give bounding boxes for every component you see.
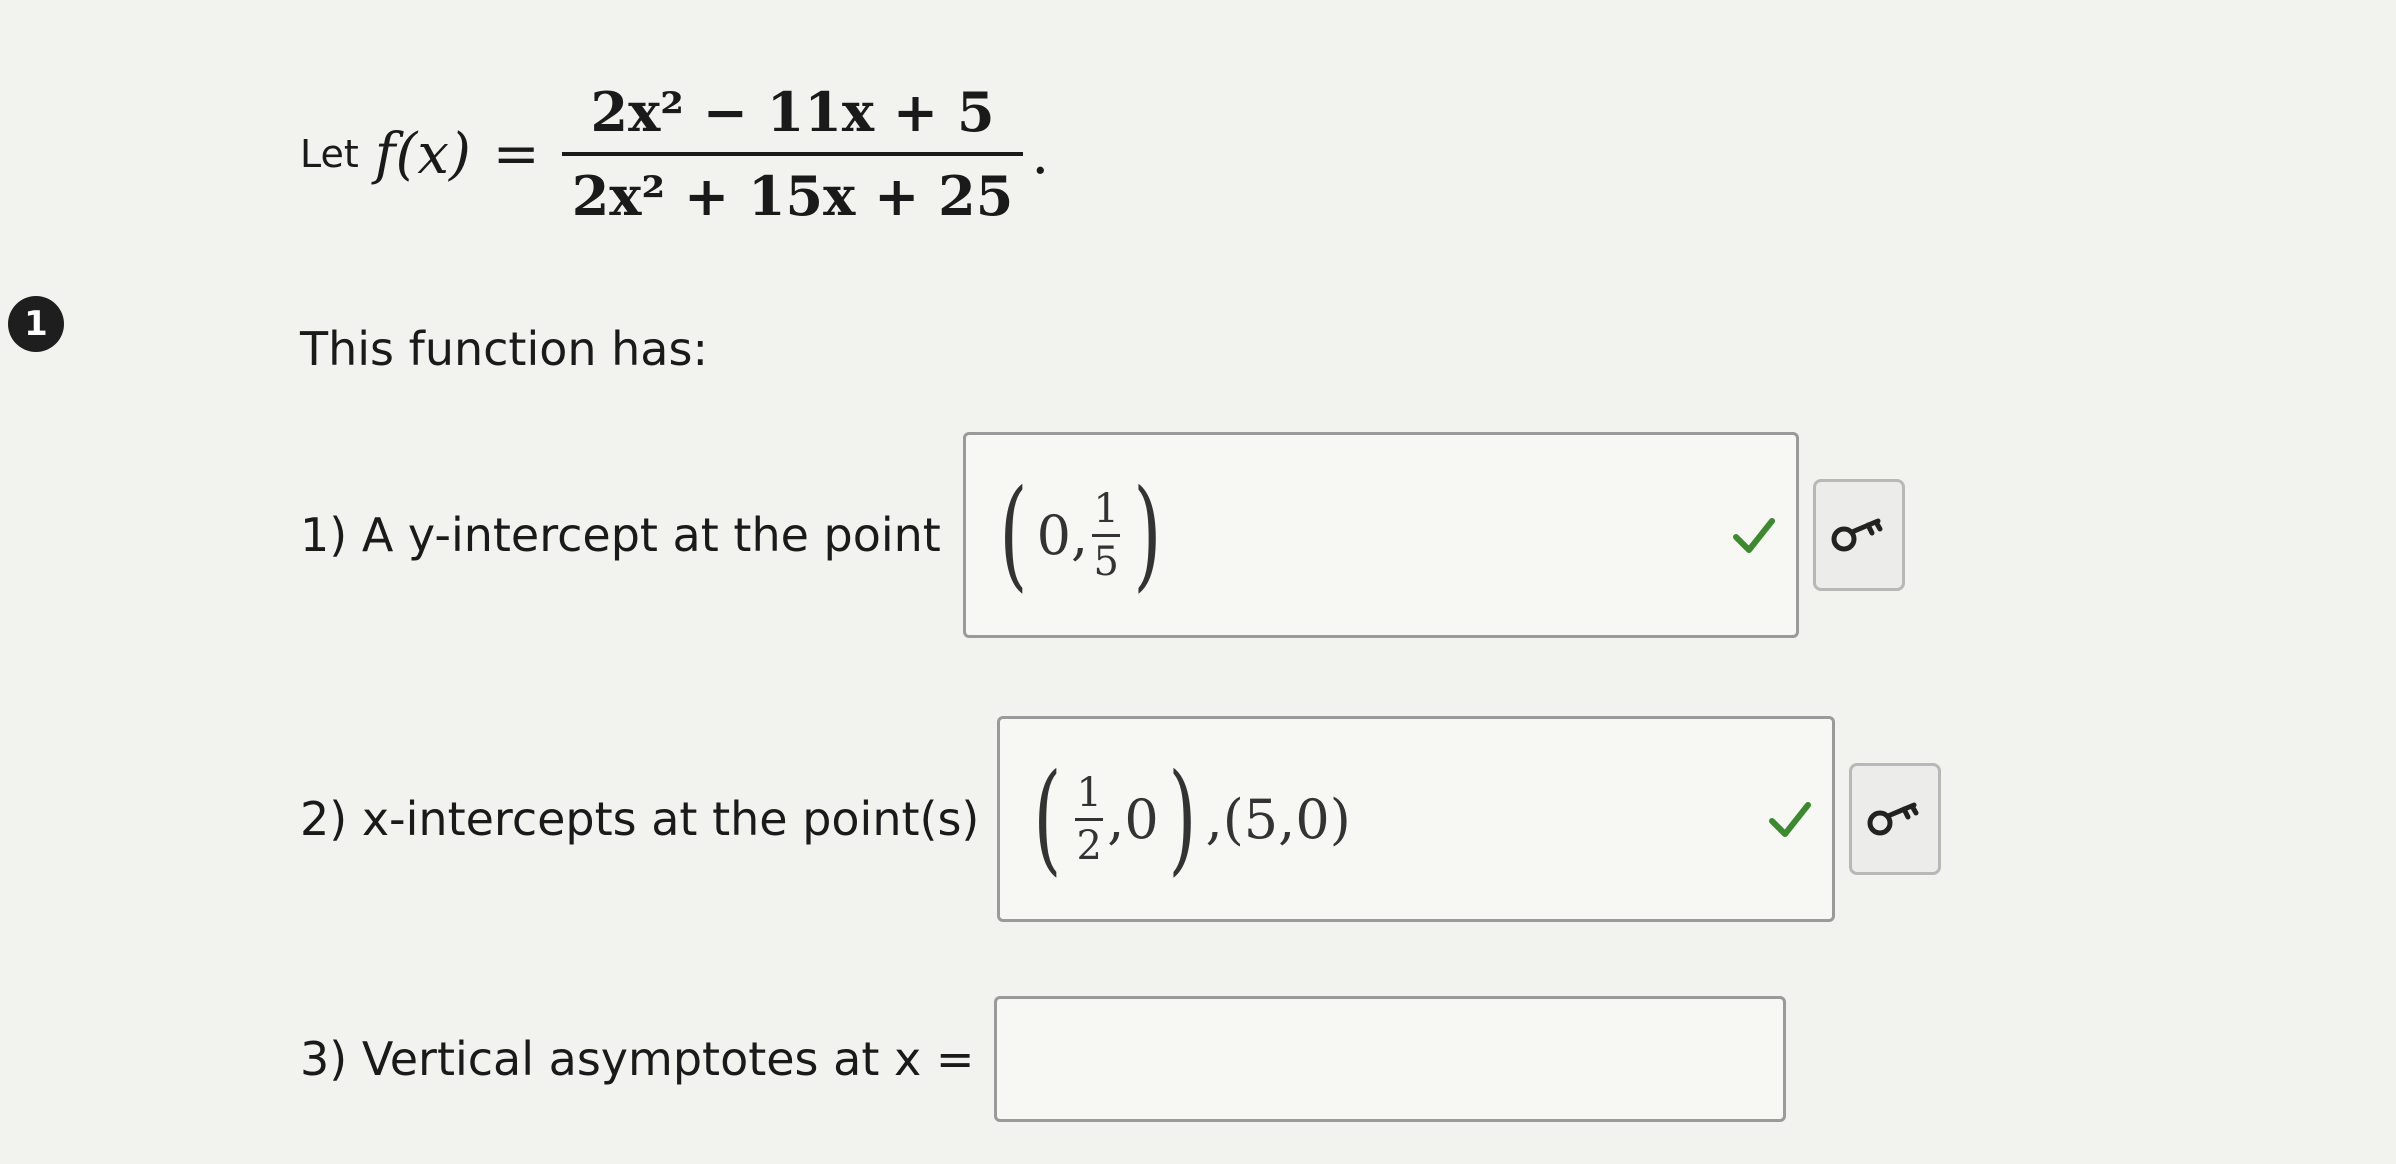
key-button[interactable]	[1849, 763, 1942, 875]
function-definition: Let f(x) = 2x² − 11x + 5 2x² + 15x + 25 …	[300, 80, 1049, 228]
period: .	[1031, 121, 1050, 187]
check-icon	[1732, 518, 1775, 553]
x-intercepts-answer: ( 1 2 , 0 ) ,(5,0)	[1033, 749, 1351, 888]
fraction-bar	[561, 152, 1024, 156]
function-name: f(x)	[374, 121, 471, 187]
item-y-intercept: 1) A y-intercept at the point ( 0 , 1 5 …	[300, 432, 1905, 638]
key-icon	[1867, 802, 1919, 836]
vertical-asymptotes-input[interactable]	[994, 996, 1787, 1122]
x-intercepts-answer-box[interactable]: ( 1 2 , 0 ) ,(5,0)	[997, 716, 1836, 922]
check-icon	[1769, 802, 1812, 837]
equals-sign: =	[492, 121, 540, 187]
key-icon	[1831, 518, 1883, 552]
item-vertical-asymptotes: 3) Vertical asymptotes at x =	[300, 996, 1787, 1122]
y-intercept-answer-box[interactable]: ( 0 , 1 5 )	[962, 432, 1799, 638]
function-fraction: 2x² − 11x + 5 2x² + 15x + 25	[561, 80, 1024, 228]
let-label: Let	[300, 132, 359, 176]
item-label: 3) Vertical asymptotes at x =	[300, 1032, 975, 1086]
denominator: 2x² + 15x + 25	[571, 164, 1014, 228]
question-number-badge: 1	[8, 296, 64, 352]
item-x-intercepts: 2) x-intercepts at the point(s) ( 1 2 , …	[300, 716, 1942, 922]
key-button[interactable]	[1812, 479, 1905, 591]
y-intercept-answer: ( 0 , 1 5 )	[999, 465, 1162, 604]
item-label: 2) x-intercepts at the point(s)	[300, 792, 980, 846]
item-label: 1) A y-intercept at the point	[300, 508, 941, 562]
prompt-text: This function has:	[300, 322, 708, 376]
numerator: 2x² − 11x + 5	[590, 80, 995, 144]
